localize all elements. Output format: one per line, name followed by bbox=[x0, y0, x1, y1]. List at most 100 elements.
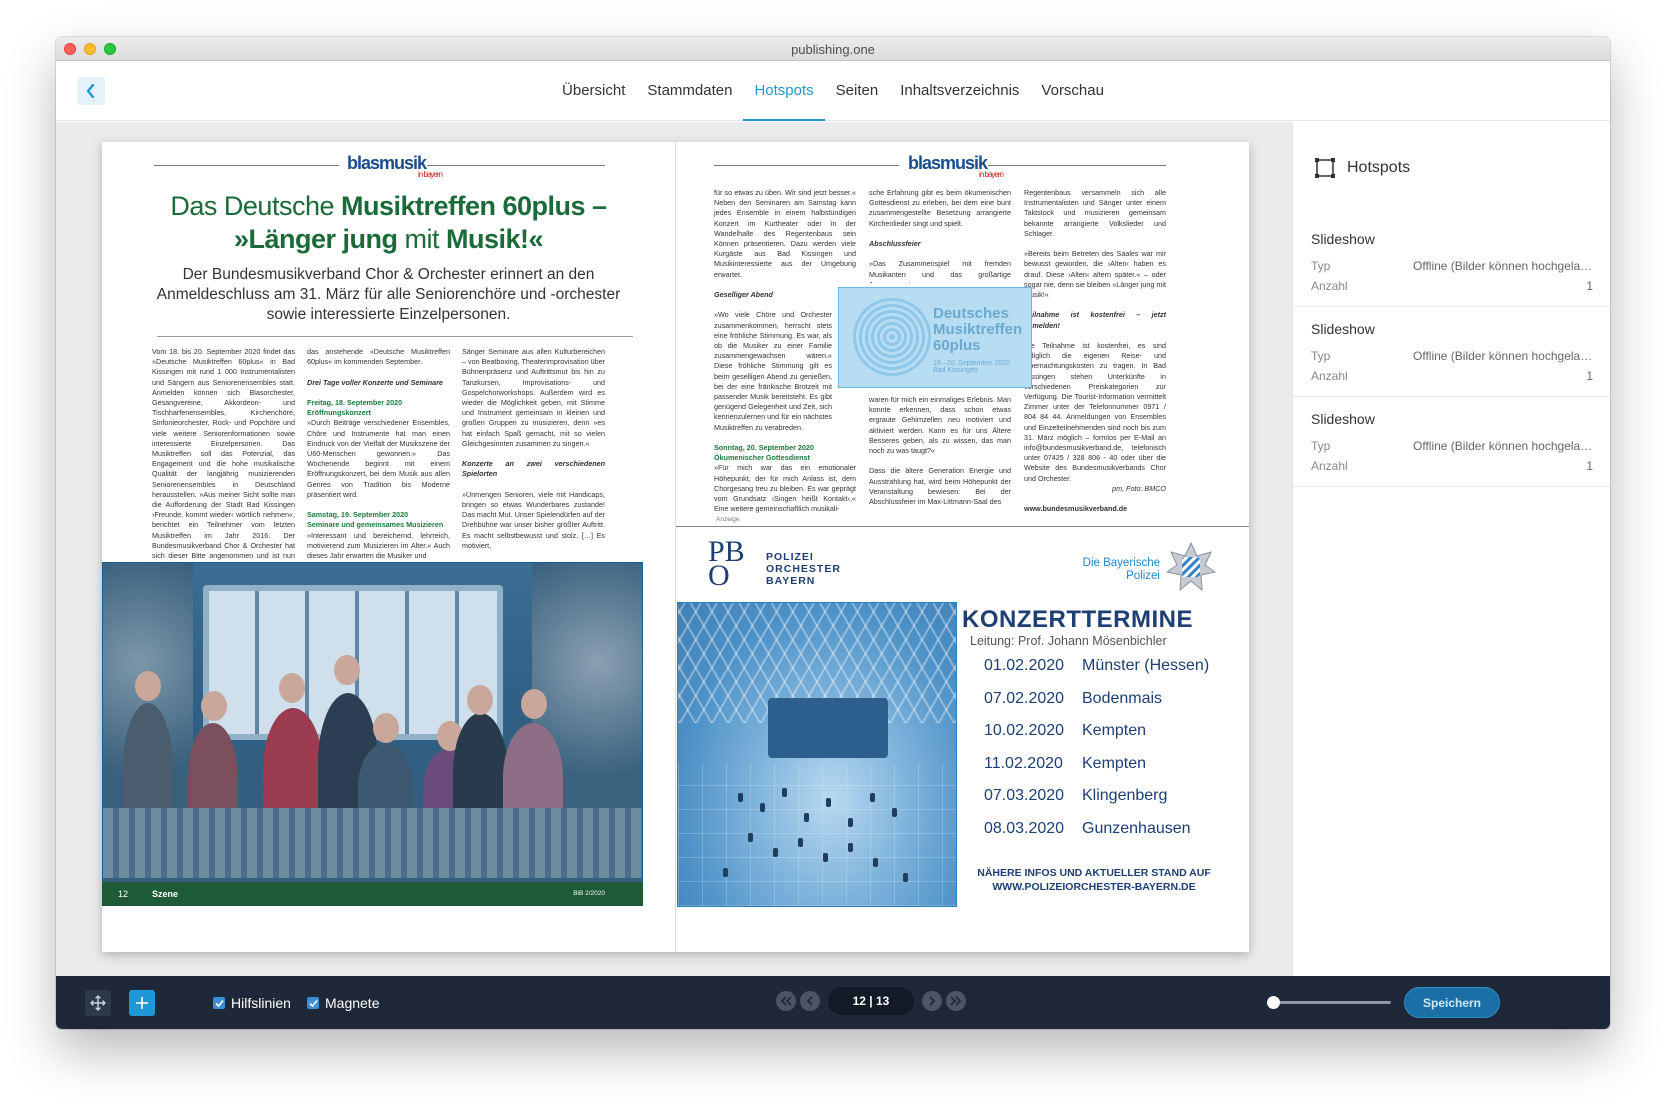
hotspot-list-item[interactable]: Slideshow Typ Offline (Bilder können hoc… bbox=[1293, 217, 1610, 307]
article-column-5-top: sche Erfahrung gibt es beim ökumenischen… bbox=[869, 188, 1011, 283]
bottom-toolbar: Hilfslinien Magnete 12 | 13 Speichern bbox=[56, 976, 1610, 1029]
ad-divider bbox=[676, 526, 1249, 527]
person-head bbox=[201, 691, 227, 721]
hotspot-count-label: Anzahl bbox=[1311, 459, 1348, 473]
hotspot-frame-icon bbox=[1315, 158, 1335, 178]
magazine-logo: blasmusikin bayern bbox=[347, 153, 443, 179]
page-spread: blasmusikin bayern Das Deutsche Musiktre… bbox=[102, 142, 1249, 952]
page-indicator[interactable]: 12 | 13 bbox=[828, 987, 914, 1015]
article-column-4: für so etwas zu üben. Wir sind jetzt bes… bbox=[714, 188, 856, 514]
hotspot-type-value: Offline (Bilder können hochgeladen werde… bbox=[1413, 439, 1593, 453]
add-hotspot-button[interactable] bbox=[129, 990, 155, 1016]
top-navigation: Übersicht Stammdaten Hotspots Seiten Inh… bbox=[56, 61, 1610, 121]
magazine-logo: blasmusikin bayern bbox=[908, 153, 1004, 179]
chevron-right-icon bbox=[929, 996, 936, 1006]
hotspot-name: Slideshow bbox=[1311, 411, 1375, 427]
musician-figure bbox=[782, 788, 787, 797]
hotspot-list-item[interactable]: Slideshow Typ Offline (Bilder können hoc… bbox=[1293, 307, 1610, 397]
next-page-button[interactable] bbox=[922, 991, 942, 1011]
sidebar-title: Hotspots bbox=[1315, 158, 1410, 178]
save-button[interactable]: Speichern bbox=[1404, 987, 1500, 1018]
polizeiorchester-logo: PB O bbox=[708, 535, 745, 592]
article-headline: Das Deutsche Musiktreffen 60plus – »Läng… bbox=[170, 191, 607, 254]
concert-info-footer: NÄHERE INFOS UND AKTUELLER STAND AUF WWW… bbox=[977, 867, 1211, 893]
hotspot-slideshow-logo[interactable]: Deutsches Musiktreffen 60plus 18.–20. Se… bbox=[838, 287, 1032, 388]
tab-hotspots[interactable]: Hotspots bbox=[743, 61, 825, 121]
article-column-6: Regentenbaus versammeln sich alle Instru… bbox=[1024, 188, 1166, 514]
hotspot-type-label: Typ bbox=[1311, 439, 1331, 453]
hotspot-logo-date: 18.–20. September 2020 Bad Kissingen bbox=[933, 360, 1011, 374]
hotspot-count-label: Anzahl bbox=[1311, 279, 1348, 293]
window-titlebar: publishing.one bbox=[56, 37, 1610, 61]
article-subhead: Der Bundesmusikverband Chor & Orchester … bbox=[156, 266, 621, 323]
page-navigator: 12 | 13 bbox=[776, 987, 966, 1015]
last-page-button[interactable] bbox=[946, 991, 966, 1011]
tab-inhaltsverzeichnis[interactable]: Inhaltsverzeichnis bbox=[889, 61, 1030, 121]
musician-figure bbox=[798, 838, 803, 847]
article-column-1: Vom 18. bis 20. September 2020 findet da… bbox=[152, 347, 295, 562]
hotspot-logo-text: Deutsches Musiktreffen 60plus bbox=[933, 305, 1023, 354]
musician-figure bbox=[848, 818, 853, 827]
stage bbox=[768, 698, 888, 758]
person-head bbox=[521, 689, 547, 719]
move-tool-button[interactable] bbox=[85, 990, 111, 1016]
tab-seiten[interactable]: Seiten bbox=[825, 61, 890, 121]
person-head bbox=[279, 673, 305, 703]
header-rule bbox=[154, 165, 339, 166]
musician-figure bbox=[903, 873, 908, 882]
header-rule bbox=[988, 165, 1166, 166]
musician-figure bbox=[804, 813, 809, 822]
musician-figure bbox=[723, 868, 728, 877]
page-footer: 12 Szene BiB 2/2020 bbox=[102, 882, 643, 906]
hotspot-slideshow-concert-photo[interactable] bbox=[677, 602, 957, 907]
section-name: Szene bbox=[152, 889, 179, 899]
zoom-slider[interactable] bbox=[1267, 996, 1391, 1009]
musiktreffen-logo-icon bbox=[853, 298, 931, 376]
window-title: publishing.one bbox=[791, 42, 875, 57]
double-chevron-left-icon bbox=[780, 996, 792, 1006]
ad-label: Anzeige bbox=[716, 516, 740, 523]
plus-icon bbox=[136, 997, 148, 1009]
hotspot-name: Slideshow bbox=[1311, 231, 1375, 247]
tab-stammdaten[interactable]: Stammdaten bbox=[636, 61, 743, 121]
article-column-3: Sänger Seminare aus allen Kulturbereiche… bbox=[462, 347, 605, 550]
magnets-checkbox[interactable]: Magnete bbox=[307, 995, 379, 1011]
hotspot-count-label: Anzahl bbox=[1311, 369, 1348, 383]
concert-dates-title: KONZERTTERMINE bbox=[962, 606, 1193, 633]
tab-vorschau[interactable]: Vorschau bbox=[1030, 61, 1115, 121]
police-star-icon bbox=[1166, 542, 1216, 592]
header-rule bbox=[714, 165, 899, 166]
musician-figure bbox=[823, 853, 828, 862]
tab-uebersicht[interactable]: Übersicht bbox=[551, 61, 636, 121]
person-head bbox=[135, 671, 161, 701]
hotspot-name: Slideshow bbox=[1311, 321, 1375, 337]
musician-figure bbox=[748, 833, 753, 842]
first-page-button[interactable] bbox=[776, 991, 796, 1011]
bayerische-polizei-text: Die Bayerische Polizei bbox=[1082, 557, 1160, 582]
checkbox-checked-icon bbox=[213, 997, 225, 1009]
zoom-slider-handle[interactable] bbox=[1267, 996, 1280, 1009]
page-right: blasmusikin bayern für so etwas zu üben.… bbox=[675, 142, 1249, 952]
article-column-2: das anstehende »Deutsche Musiktreffen 60… bbox=[307, 347, 450, 561]
header-rule bbox=[427, 165, 605, 166]
hotspot-type-value: Offline (Bilder können hochgeladen werde… bbox=[1413, 259, 1593, 273]
person-head bbox=[334, 655, 360, 685]
musician-figure bbox=[892, 808, 897, 817]
person-head bbox=[467, 685, 493, 715]
page-left: blasmusikin bayern Das Deutsche Musiktre… bbox=[102, 142, 675, 952]
divider bbox=[157, 336, 633, 337]
hotspots-sidebar: Hotspots Slideshow Typ Offline (Bilder k… bbox=[1292, 122, 1610, 976]
hotspot-type-value: Offline (Bilder können hochgeladen werde… bbox=[1413, 349, 1593, 363]
hotspot-slideshow-photo-left[interactable] bbox=[102, 562, 643, 906]
musician-figure bbox=[760, 803, 765, 812]
app-window: publishing.one Übersicht Stammdaten Hots… bbox=[56, 37, 1610, 1029]
chevron-left-icon bbox=[806, 996, 813, 1006]
double-chevron-right-icon bbox=[950, 996, 962, 1006]
move-arrows-icon bbox=[90, 995, 106, 1011]
balcony-railing bbox=[103, 808, 642, 878]
editor-canvas[interactable]: blasmusikin bayern Das Deutsche Musiktre… bbox=[56, 122, 1292, 976]
previous-page-button[interactable] bbox=[800, 991, 820, 1011]
guides-checkbox[interactable]: Hilfslinien bbox=[213, 995, 291, 1011]
hotspot-list-item[interactable]: Slideshow Typ Offline (Bilder können hoc… bbox=[1293, 397, 1610, 487]
checkbox-checked-icon bbox=[307, 997, 319, 1009]
